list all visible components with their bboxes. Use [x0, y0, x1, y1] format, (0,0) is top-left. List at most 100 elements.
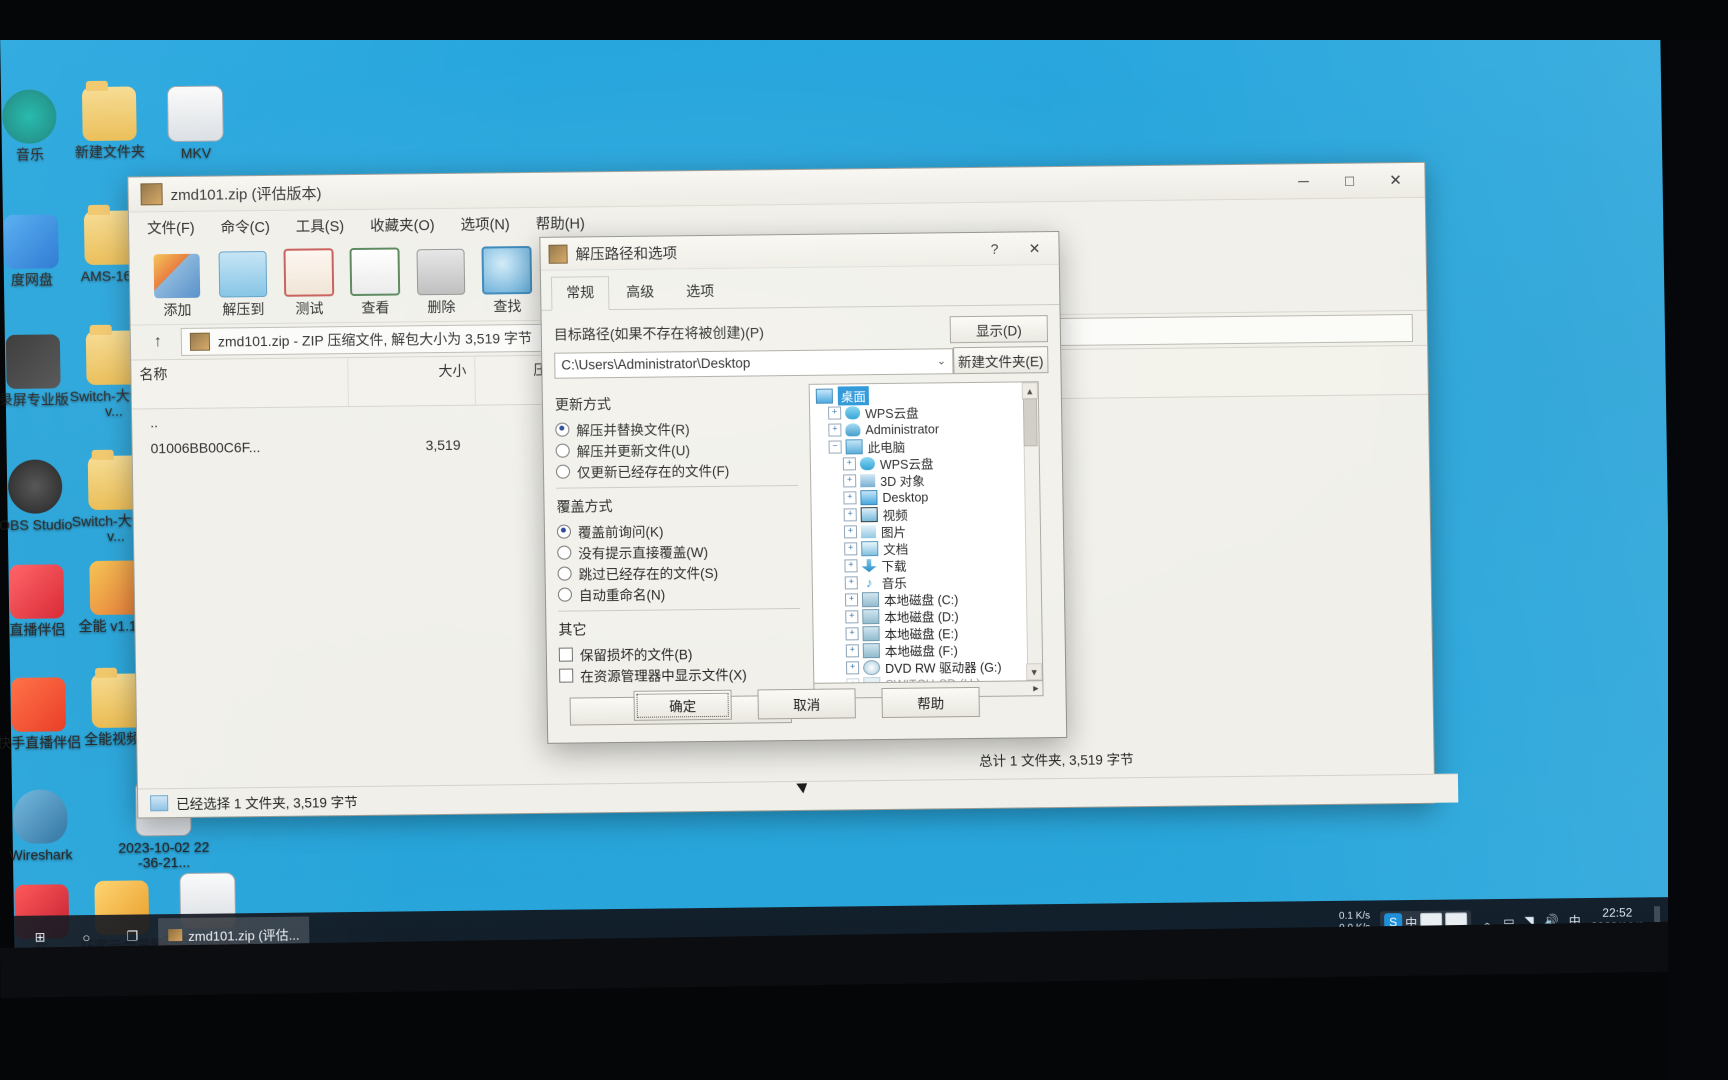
ok-button[interactable]: 确定: [633, 689, 732, 721]
radio-indicator[interactable]: [556, 524, 572, 539]
destination-path-input[interactable]: C:\Users\Administrator\Desktop ⌄: [554, 347, 954, 379]
dialog-close-button[interactable]: ✕: [1014, 233, 1054, 263]
menu-file[interactable]: 文件(F): [147, 216, 195, 238]
expand-plus-icon[interactable]: +: [842, 457, 857, 471]
destination-folder-tree[interactable]: 桌面 + WPS云盘 + Administrator − 此电脑 + WPS云盘…: [808, 381, 1044, 684]
expand-plus-icon[interactable]: +: [846, 661, 860, 675]
divider: [558, 607, 801, 612]
checkbox-indicator[interactable]: [559, 668, 574, 683]
radio-auto-rename[interactable]: 自动重命名(N): [557, 581, 800, 605]
radio-indicator[interactable]: [557, 566, 572, 581]
other-group-label: 其它: [558, 621, 587, 638]
toolbar-extract-button[interactable]: 解压到: [210, 250, 277, 320]
dialog-help-button[interactable]: ?: [974, 234, 1014, 264]
scroll-down-icon[interactable]: ▼: [1026, 663, 1043, 681]
radio-indicator[interactable]: [555, 464, 571, 479]
expand-plus-icon[interactable]: +: [846, 678, 860, 684]
dialog-tabs[interactable]: 常规 高级 选项: [540, 265, 1060, 311]
expand-plus-icon[interactable]: +: [845, 610, 859, 624]
monitor-bezel-right: [1668, 0, 1728, 1080]
minimize-button[interactable]: ─: [1280, 165, 1327, 198]
expand-plus-icon[interactable]: +: [843, 508, 857, 522]
maximize-button[interactable]: □: [1326, 164, 1373, 197]
radio-extract-update[interactable]: 解压并更新文件(U): [555, 437, 798, 461]
radio-freshen-existing[interactable]: 仅更新已经存在的文件(F): [555, 458, 798, 482]
winrar-window[interactable]: zmd101.zip (评估版本) ─ □ ✕ 文件(F) 命令(C) 工具(S…: [127, 161, 1459, 819]
expand-plus-icon[interactable]: +: [844, 559, 858, 573]
menu-favorites[interactable]: 收藏夹(O): [370, 214, 435, 236]
toolbar-delete-button[interactable]: 删除: [407, 248, 474, 318]
radio-indicator[interactable]: [557, 545, 572, 560]
toolbar-find-button[interactable]: 查找: [473, 245, 540, 317]
radio-skip-existing[interactable]: 跳过已经存在的文件(S): [557, 560, 799, 584]
radio-overwrite-without-prompt[interactable]: 没有提示直接覆盖(W): [557, 539, 799, 563]
screen-area: 音乐 新建文件夹 MKV 度网盘 AMS-16... 录屏专业版 Switch-…: [0, 11, 1675, 969]
radio-indicator[interactable]: [557, 587, 573, 602]
pictures-folder-icon: [860, 525, 877, 539]
expand-plus-icon[interactable]: +: [843, 525, 858, 539]
divider: [556, 484, 799, 489]
scrollbar-thumb[interactable]: [1022, 398, 1038, 447]
radio-indicator[interactable]: [555, 422, 570, 437]
cancel-button[interactable]: 取消: [757, 688, 856, 720]
expand-plus-icon[interactable]: +: [828, 423, 842, 437]
help-button[interactable]: 帮助: [881, 686, 980, 719]
checkbox-indicator[interactable]: [558, 647, 573, 662]
tab-advanced[interactable]: 高级: [611, 275, 670, 309]
expand-plus-icon[interactable]: +: [845, 627, 859, 641]
expand-plus-icon[interactable]: +: [828, 406, 842, 420]
update-mode-group-label: 更新方式: [554, 396, 612, 413]
menu-options[interactable]: 选项(N): [460, 213, 509, 235]
desktop-icon-label: 2023-10-02 22-36-21...: [118, 838, 210, 871]
menu-help[interactable]: 帮助(H): [536, 212, 585, 234]
expand-plus-icon[interactable]: +: [844, 542, 858, 556]
display-button[interactable]: 显示(D): [949, 315, 1049, 344]
expand-plus-icon[interactable]: +: [843, 474, 857, 488]
video-folder-icon: [860, 507, 878, 523]
desktop-icon[interactable]: 新建文件夹: [63, 86, 156, 160]
tree-nodes[interactable]: 桌面 + WPS云盘 + Administrator − 此电脑 + WPS云盘…: [810, 382, 1043, 684]
winrar-app-icon: [548, 244, 568, 264]
winrar-title: zmd101.zip (评估版本): [170, 184, 322, 204]
extraction-dialog[interactable]: 解压路径和选项 ? ✕ 常规 高级 选项 目标路径(如果不存在将被创建)(P) …: [539, 230, 1068, 794]
checkbox-show-in-explorer[interactable]: 在资源管理器中显示文件(X): [559, 662, 801, 686]
menu-tools[interactable]: 工具(S): [296, 215, 345, 237]
toolbar-test-label: 测试: [295, 300, 324, 317]
dialog-footer[interactable]: 确定 取消 帮助: [547, 686, 1065, 722]
radio-extract-replace[interactable]: 解压并替换文件(R): [555, 416, 797, 440]
checkbox-keep-broken-files[interactable]: 保留损坏的文件(B): [558, 641, 801, 665]
expand-plus-icon[interactable]: +: [845, 644, 859, 658]
toolbar-view-button[interactable]: 查看: [341, 247, 408, 318]
extract-to-icon: [218, 250, 268, 298]
toolbar-add-button[interactable]: 添加: [144, 253, 211, 321]
new-folder-button[interactable]: 新建文件夹(E): [952, 346, 1049, 375]
desktop-folder-icon: [860, 490, 878, 506]
taskbar-item-label: zmd101.zip (评估...: [188, 927, 300, 944]
radio-indicator[interactable]: [555, 443, 570, 458]
radio-ask-before-overwrite[interactable]: 覆盖前询问(K): [556, 518, 799, 542]
expand-plus-icon[interactable]: +: [844, 576, 858, 590]
toolbar-test-button[interactable]: 测试: [275, 248, 342, 319]
folder-icon: [81, 86, 137, 142]
3d-object-icon: [860, 474, 876, 488]
documents-folder-icon: [861, 541, 879, 557]
drive-icon: [861, 592, 880, 608]
row-name: ..: [150, 414, 159, 431]
expand-plus-icon[interactable]: +: [843, 491, 857, 505]
scroll-up-icon[interactable]: ▲: [1021, 382, 1038, 400]
close-button[interactable]: ✕: [1372, 164, 1419, 197]
windows-desktop[interactable]: 音乐 新建文件夹 MKV 度网盘 AMS-16... 录屏专业版 Switch-…: [0, 11, 1675, 969]
desktop-icon[interactable]: Wireshark: [0, 789, 87, 863]
up-arrow-icon[interactable]: ↑: [145, 333, 171, 351]
collapse-minus-icon[interactable]: −: [828, 440, 842, 454]
column-header-size[interactable]: 大小: [348, 356, 476, 407]
column-header-name[interactable]: 名称: [131, 358, 349, 409]
desktop-icon: [815, 388, 833, 404]
chevron-down-icon[interactable]: ⌄: [937, 354, 946, 367]
tab-general[interactable]: 常规: [550, 276, 610, 311]
desktop-icon[interactable]: MKV: [149, 85, 242, 161]
menu-commands[interactable]: 命令(C): [220, 215, 270, 237]
tab-options[interactable]: 选项: [671, 275, 730, 309]
expand-plus-icon[interactable]: +: [844, 593, 859, 607]
radio-label: 跳过已经存在的文件(S): [578, 565, 719, 582]
